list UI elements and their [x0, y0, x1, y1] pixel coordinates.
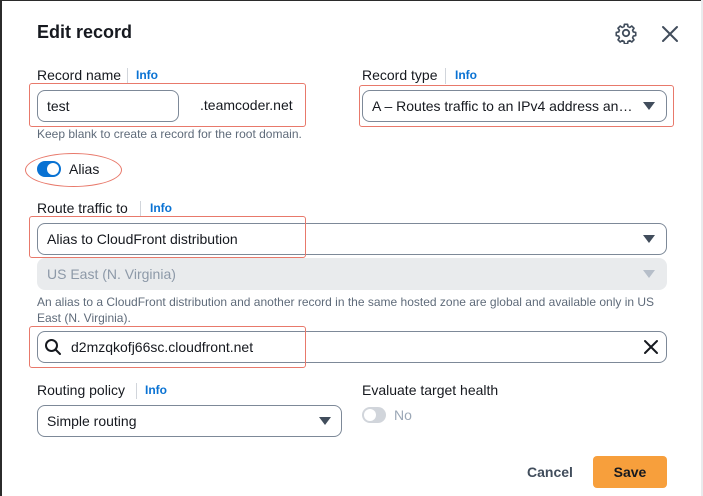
route-traffic-label: Route traffic to: [37, 200, 128, 216]
evaluate-health-toggle: [362, 407, 386, 423]
annotation-box: [29, 326, 306, 368]
toggle-knob: [47, 163, 59, 175]
route-traffic-help: An alias to a CloudFront distribution an…: [37, 295, 655, 325]
region-value: US East (N. Virginia): [47, 266, 176, 282]
annotation-box: [29, 216, 306, 258]
chevron-down-icon: [319, 417, 331, 425]
gear-icon[interactable]: [615, 22, 637, 44]
evaluate-health-label: Evaluate target health: [362, 382, 499, 398]
record-name-label: Record name: [37, 67, 122, 83]
evaluate-health-value: No: [394, 407, 412, 423]
label-separator: [140, 201, 141, 217]
cancel-button[interactable]: Cancel: [520, 457, 580, 487]
clear-icon[interactable]: [642, 338, 660, 356]
save-button[interactable]: Save: [593, 456, 667, 488]
chevron-down-icon: [643, 270, 655, 278]
toggle-knob: [364, 409, 376, 421]
close-icon[interactable]: [657, 21, 683, 47]
alias-label: Alias: [69, 161, 100, 177]
annotation-box: [359, 85, 674, 127]
dialog-title: Edit record: [37, 22, 133, 42]
label-separator: [445, 68, 446, 84]
record-name-info-link[interactable]: Info: [136, 68, 158, 82]
region-select: US East (N. Virginia): [37, 258, 667, 290]
route-traffic-info-link[interactable]: Info: [150, 201, 172, 215]
label-separator: [127, 68, 128, 84]
record-type-label: Record type: [362, 67, 438, 83]
alias-toggle[interactable]: [37, 161, 61, 177]
routing-policy-select[interactable]: Simple routing: [37, 405, 342, 437]
routing-policy-info-link[interactable]: Info: [145, 383, 167, 397]
record-name-help: Keep blank to create a record for the ro…: [37, 127, 302, 141]
record-type-info-link[interactable]: Info: [455, 68, 477, 82]
routing-policy-value: Simple routing: [47, 413, 137, 429]
annotation-box: [29, 83, 306, 127]
label-separator: [136, 383, 137, 399]
chevron-down-icon: [643, 235, 655, 243]
window-left-edge: [0, 0, 2, 496]
routing-policy-label: Routing policy: [37, 382, 125, 398]
